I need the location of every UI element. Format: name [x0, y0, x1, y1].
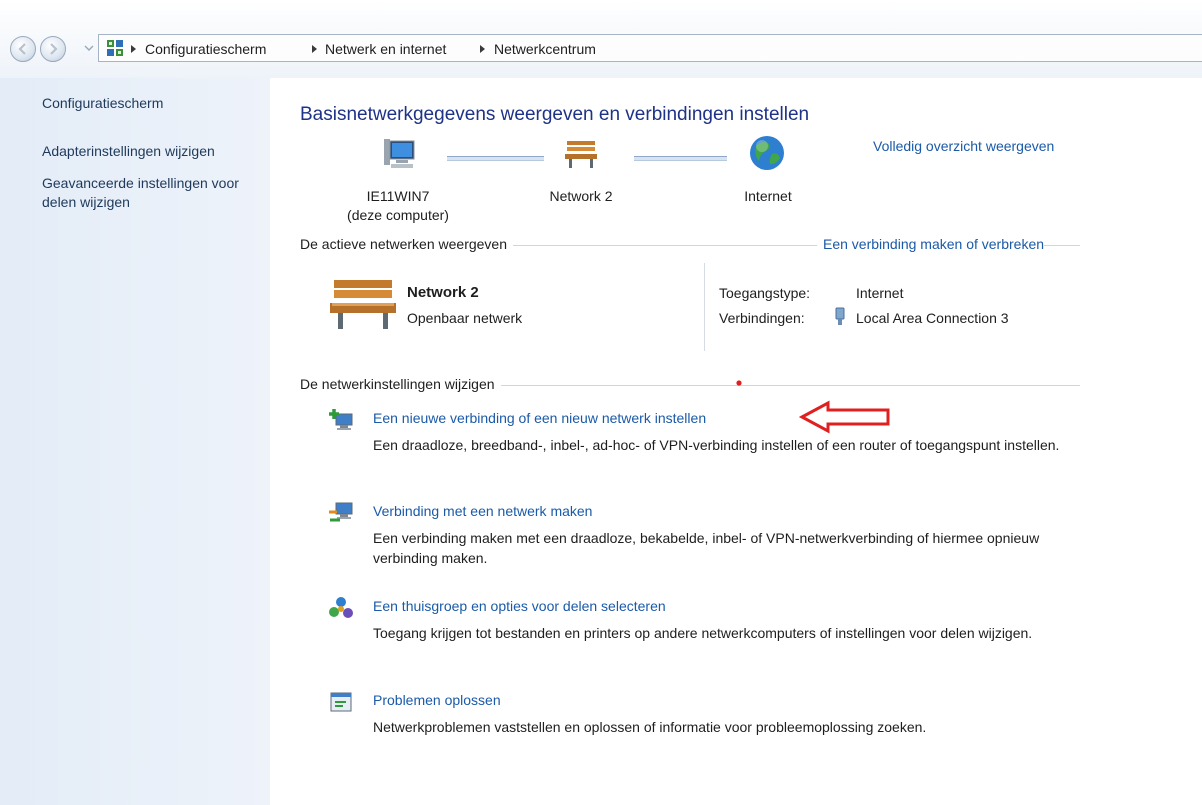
control-panel-icon [107, 40, 123, 56]
homegroup-icon [329, 597, 353, 618]
address-toolbar: Configuratiescherm Netwerk en internet N… [0, 0, 1202, 78]
arrow-right-icon [50, 43, 58, 55]
main-content: Basisnetwerkgegevens weergeven en verbin… [270, 78, 1202, 805]
breadcrumb-item-netwerkcentrum[interactable]: Netwerkcentrum [494, 41, 596, 57]
full-map-link[interactable]: Volledig overzicht weergeven [873, 138, 1054, 154]
breadcrumb-item-configuratiescherm[interactable]: Configuratiescherm [145, 41, 266, 57]
local-area-connection-link[interactable]: Local Area Connection 3 [856, 310, 1009, 326]
sidebar-item-advanced-sharing[interactable]: Geavanceerde instellingen voor delen wij… [42, 174, 270, 212]
change-settings-header: De netwerkinstellingen wijzigen [300, 376, 501, 392]
computer-icon [384, 139, 415, 168]
breadcrumb-separator-icon [480, 45, 485, 53]
task-desc-connect-network: Een verbinding maken met een draadloze, … [373, 530, 1040, 566]
page-title: Basisnetwerkgegevens weergeven en verbin… [300, 104, 810, 125]
back-button[interactable] [10, 36, 36, 62]
task-desc-homegroup: Toegang krijgen tot bestanden en printer… [373, 625, 1033, 641]
task-link-troubleshoot[interactable]: Problemen oplossen [373, 692, 501, 708]
task-link-connect-network[interactable]: Verbinding met een netwerk maken [373, 503, 592, 519]
bench-icon [565, 141, 597, 168]
breadcrumb-separator-icon [131, 45, 136, 53]
arrow-left-icon [18, 43, 26, 55]
network-type-link[interactable]: Openbaar netwerk [407, 310, 522, 326]
map-computer-sub: (deze computer) [347, 207, 449, 223]
sidebar-item-adapter-settings[interactable]: Adapterinstellingen wijzigen [42, 142, 268, 161]
troubleshoot-icon [330, 692, 352, 712]
sidebar-item-configuratiescherm[interactable]: Configuratiescherm [42, 94, 268, 113]
map-internet[interactable]: Internet [738, 188, 798, 204]
access-type-value: Internet [856, 285, 904, 301]
breadcrumb-item-netwerk-en-internet[interactable]: Netwerk en internet [325, 41, 446, 57]
map-computer-name: IE11WIN7 [366, 188, 430, 204]
access-type-label: Toegangstype: [719, 285, 811, 301]
column-divider [704, 263, 705, 351]
sidebar: Configuratiescherm Adapterinstellingen w… [0, 78, 270, 805]
connections-label: Verbindingen: [719, 310, 805, 326]
globe-icon [750, 136, 784, 170]
task-desc-new-connection: Een draadloze, breedband-, inbel-, ad-ho… [373, 437, 1060, 453]
new-connection-icon [329, 409, 353, 430]
connect-disconnect-link[interactable]: Een verbinding maken of verbreken [817, 236, 1045, 252]
task-link-homegroup[interactable]: Een thuisgroep en opties voor delen sele… [373, 598, 666, 614]
address-bar[interactable]: Configuratiescherm Netwerk en internet N… [98, 34, 1202, 62]
task-link-new-connection[interactable]: Een nieuwe verbinding of een nieuw netwe… [373, 410, 706, 426]
forward-button[interactable] [40, 36, 66, 62]
bench-icon [330, 280, 396, 329]
map-network-name[interactable]: Network 2 [536, 188, 626, 204]
connection-line [634, 156, 727, 161]
active-network-name: Network 2 [407, 284, 479, 301]
ethernet-icon [835, 307, 845, 325]
connect-network-icon [329, 502, 353, 522]
recent-pages-dropdown-icon[interactable] [84, 43, 94, 53]
annotation-dot [736, 380, 742, 386]
annotation-arrow-icon [798, 400, 890, 434]
connection-line [447, 156, 544, 161]
task-desc-troubleshoot: Netwerkproblemen vaststellen en oplossen… [373, 719, 927, 735]
active-networks-header: De actieve netwerken weergeven [300, 236, 514, 252]
breadcrumb-separator-icon [312, 45, 317, 53]
